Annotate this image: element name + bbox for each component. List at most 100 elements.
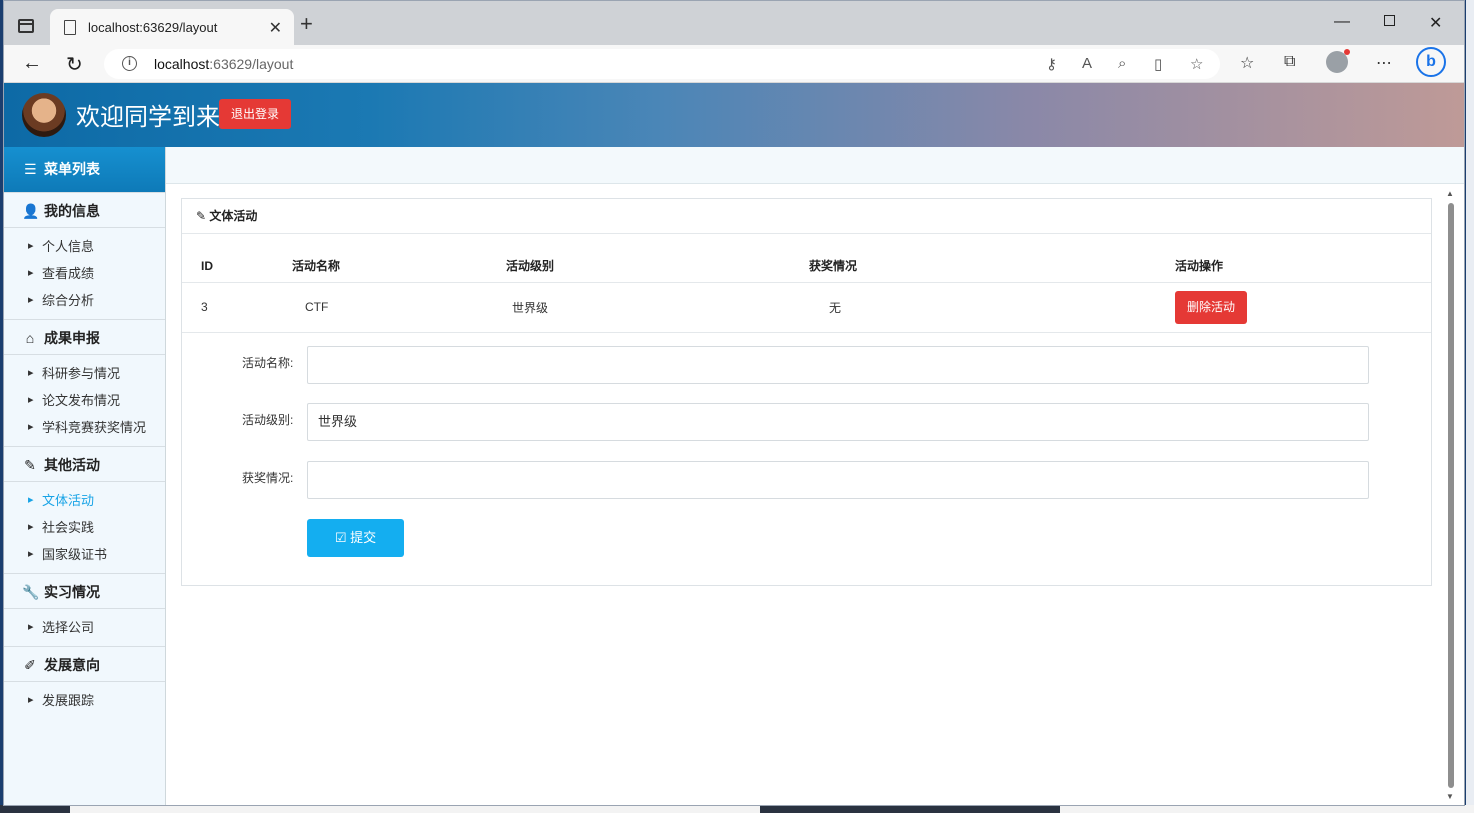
tab-title: localhost:63629/layout (88, 20, 218, 35)
logout-button[interactable]: 退出登录 (219, 99, 291, 129)
reload-icon[interactable]: ↻ (66, 52, 83, 77)
group-label: 成果申报 (44, 330, 100, 346)
back-icon[interactable]: ← (22, 52, 42, 75)
scroll-down-icon[interactable]: ▼ (1446, 792, 1454, 801)
item-label: 学科竞赛获奖情况 (42, 420, 147, 435)
browser-tab[interactable]: localhost:63629/layout ✕ (50, 9, 294, 45)
main-content: ✎ 文体活动 ID 活动名称 活动级别 获奖情况 活动操作 3 CTF 世界级 … (166, 147, 1464, 805)
profile-avatar[interactable] (1326, 49, 1350, 73)
url-host: localhost (154, 56, 210, 72)
column-header: 活动级别 (506, 234, 809, 283)
page-icon (64, 20, 76, 35)
address-toolbar: ← ↻ i localhost:63629/layout ⚷ A ⌕ ▯ ☆ ☆… (4, 45, 1464, 83)
address-bar[interactable]: i localhost:63629/layout ⚷ A ⌕ ▯ ☆ (104, 49, 1220, 79)
split-screen-icon[interactable]: ▯ (1154, 55, 1162, 73)
sidebar-item-competitions[interactable]: 学科竞赛获奖情况 (4, 414, 165, 441)
level-label: 活动级别: (242, 413, 294, 427)
column-header: 活动名称 (292, 234, 506, 283)
tab-actions-icon[interactable] (18, 19, 34, 33)
close-window-icon[interactable]: ✕ (1429, 13, 1442, 33)
group-items: 个人信息 查看成绩 综合分析 (4, 228, 165, 319)
group-label: 实习情况 (44, 584, 100, 600)
site-info-icon[interactable]: i (122, 56, 137, 71)
scroll-thumb[interactable] (1448, 203, 1454, 788)
activity-name-input[interactable] (307, 346, 1369, 384)
tab-bar: localhost:63629/layout ✕ + — ✕ (4, 1, 1464, 45)
url-path: :63629/layout (209, 56, 294, 72)
new-tab-icon[interactable]: + (300, 13, 313, 35)
sidebar-item-grades[interactable]: 查看成绩 (4, 260, 165, 287)
home-icon: ⌂ (25, 330, 35, 346)
group-label: 我的信息 (44, 203, 100, 219)
sidebar-group-development[interactable]: ✐ 发展意向 (4, 646, 165, 682)
more-icon[interactable]: ⋯ (1376, 53, 1392, 73)
menu-title: ☰ 菜单列表 (4, 147, 165, 192)
form-row-level: 活动级别: 世界级 (182, 403, 1433, 443)
check-square-icon: ☑ (334, 530, 351, 545)
item-label: 个人信息 (42, 239, 95, 254)
user-avatar (22, 93, 66, 137)
bing-copilot-icon[interactable]: b (1416, 47, 1446, 77)
sidebar-item-sports-culture[interactable]: 文体活动 (4, 487, 165, 514)
activity-level-input[interactable]: 世界级 (307, 403, 1369, 441)
form-row-award: 获奖情况: (182, 461, 1433, 501)
sidebar-group-internship[interactable]: 🔧 实习情况 (4, 573, 165, 609)
award-input[interactable] (307, 461, 1369, 499)
item-label: 论文发布情况 (42, 393, 121, 408)
award-label: 获奖情况: (242, 471, 294, 485)
zoom-icon[interactable]: ⌕ (1118, 55, 1126, 72)
delete-activity-button[interactable]: 删除活动 (1175, 290, 1247, 324)
item-label: 国家级证书 (42, 547, 108, 562)
table-row: 3 CTF 世界级 无 删除活动 (182, 282, 1431, 333)
sidebar-item-research[interactable]: 科研参与情况 (4, 360, 165, 387)
item-label: 综合分析 (42, 293, 95, 308)
key-icon[interactable]: ⚷ (1046, 55, 1057, 73)
wrench-icon: 🔧 (22, 584, 40, 600)
table-header-row: ID 活动名称 活动级别 获奖情况 活动操作 (182, 234, 1431, 283)
column-header: 获奖情况 (809, 234, 1175, 283)
maximize-icon[interactable] (1384, 13, 1395, 31)
item-label: 选择公司 (42, 620, 95, 635)
item-label: 社会实践 (42, 520, 95, 535)
sidebar-item-papers[interactable]: 论文发布情况 (4, 387, 165, 414)
sidebar-item-development-tracking[interactable]: 发展跟踪 (4, 687, 165, 714)
cell-name: CTF (292, 282, 506, 333)
minimize-icon[interactable]: — (1334, 13, 1350, 31)
cell-level-text: 世界级 (512, 300, 549, 315)
group-items: 文体活动 社会实践 国家级证书 (4, 482, 165, 573)
submit-button[interactable]: ☑ 提交 (307, 519, 404, 557)
sidebar-item-certificates[interactable]: 国家级证书 (4, 541, 165, 568)
group-items: 科研参与情况 论文发布情况 学科竞赛获奖情况 (4, 355, 165, 446)
sidebar-item-social-practice[interactable]: 社会实践 (4, 514, 165, 541)
url-text[interactable]: localhost:63629/layout (154, 56, 293, 72)
favorites-icon[interactable]: ☆ (1240, 53, 1254, 73)
column-header: 活动操作 (1175, 234, 1431, 283)
pencil-icon: ✐ (24, 657, 36, 673)
read-aloud-icon[interactable]: A (1082, 55, 1092, 72)
sidebar-group-achievements[interactable]: ⌂ 成果申报 (4, 319, 165, 355)
add-favorite-icon[interactable]: ☆ (1190, 55, 1203, 73)
sidebar-item-personal-info[interactable]: 个人信息 (4, 233, 165, 260)
cell-level: 世界级 (506, 282, 809, 333)
cell-name-text: CTF (305, 300, 329, 314)
sidebar-item-choose-company[interactable]: 选择公司 (4, 614, 165, 641)
vertical-scrollbar[interactable]: ▲ ▼ (1445, 187, 1457, 803)
scroll-up-icon[interactable]: ▲ (1446, 189, 1454, 198)
list-icon: ☰ (24, 161, 37, 177)
edit-icon: ✎ (24, 457, 36, 473)
user-icon: 👤 (22, 203, 40, 219)
desktop-taskbar-strip (0, 805, 1474, 813)
sidebar-group-my-info[interactable]: 👤 我的信息 (4, 192, 165, 228)
sidebar-group-other-activities[interactable]: ✎ 其他活动 (4, 446, 165, 482)
form-row-name: 活动名称: (182, 346, 1433, 386)
cell-award-text: 无 (829, 300, 842, 315)
collections-icon[interactable]: ⧉ (1284, 53, 1295, 71)
submit-label: 提交 (350, 530, 377, 545)
tab-close-icon[interactable]: ✕ (269, 18, 282, 38)
edit-icon: ✎ (196, 209, 210, 223)
group-items: 发展跟踪 (4, 682, 165, 719)
column-header: ID (182, 234, 292, 283)
sidebar-item-analysis[interactable]: 综合分析 (4, 287, 165, 314)
panel-title: 文体活动 (209, 209, 258, 223)
cell-id: 3 (182, 282, 292, 333)
